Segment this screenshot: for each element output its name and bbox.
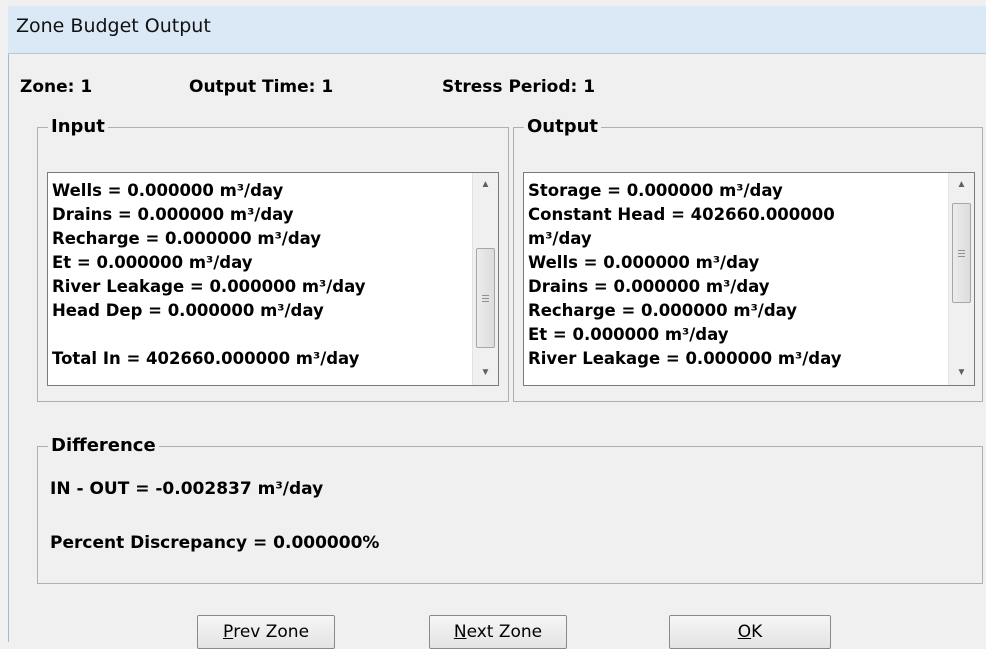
list-item: Storage = 0.000000 m³/day xyxy=(528,181,783,200)
prev-zone-label: rev Zone xyxy=(233,622,310,642)
scroll-thumb[interactable] xyxy=(952,203,971,304)
list-item: Wells = 0.000000 m³/day xyxy=(528,253,760,272)
scroll-up-arrow-icon[interactable]: ▲ xyxy=(949,173,974,197)
list-item: m³/day xyxy=(528,229,592,248)
list-item: Constant Head = 402660.000000 xyxy=(528,205,835,224)
output-scrollbar[interactable]: ▲ ▼ xyxy=(948,173,974,385)
input-group-legend: Input xyxy=(48,117,108,137)
next-zone-label: ext Zone xyxy=(466,622,543,642)
input-listbox[interactable]: Wells = 0.000000 m³/day Drains = 0.000000… xyxy=(47,172,499,386)
ok-mnemonic: O xyxy=(737,622,752,642)
scroll-up-arrow-icon[interactable]: ▲ xyxy=(473,173,498,197)
difference-group-legend: Difference xyxy=(48,436,159,456)
output-time-label: Output Time: 1 xyxy=(189,77,334,97)
list-item: River Leakage = 0.000000 m³/day xyxy=(528,349,842,368)
dialog-client-area: Zone: 1 Output Time: 1 Stress Period: 1 … xyxy=(8,54,986,649)
in-out-value: IN - OUT = -0.002837 m³/day xyxy=(50,479,324,499)
next-zone-button[interactable]: Next Zone xyxy=(429,615,567,649)
list-item: Recharge = 0.000000 m³/day xyxy=(52,229,322,248)
scroll-grip-line xyxy=(958,256,965,258)
list-item xyxy=(52,323,365,347)
scroll-grip-line xyxy=(482,298,489,300)
list-item: Recharge = 0.000000 m³/day xyxy=(528,301,798,320)
difference-group: Difference IN - OUT = -0.002837 m³/day P… xyxy=(37,436,983,584)
list-item: Et = 0.000000 m³/day xyxy=(52,253,253,272)
scroll-down-arrow-icon[interactable]: ▼ xyxy=(949,361,974,385)
scroll-grip-line xyxy=(958,250,965,252)
dialog-window: Zone Budget Output Zone: 1 Output Time: … xyxy=(8,6,986,649)
list-item: River Leakage = 0.000000 m³/day xyxy=(52,277,366,296)
scroll-thumb[interactable] xyxy=(476,248,495,349)
percent-discrepancy-value: Percent Discrepancy = 0.000000% xyxy=(50,533,380,553)
list-item: Drains = 0.000000 m³/day xyxy=(52,205,294,224)
list-item: Et = 0.000000 m³/day xyxy=(528,325,729,344)
list-item: Drains = 0.000000 m³/day xyxy=(528,277,770,296)
scroll-grip-line xyxy=(958,253,965,255)
input-group: Input Wells = 0.000000 m³/day Drains = 0.… xyxy=(37,117,509,402)
window-title: Zone Budget Output xyxy=(16,15,211,37)
prev-zone-button[interactable]: Prev Zone xyxy=(197,615,335,649)
list-item: Head Dep = 0.000000 m³/day xyxy=(52,301,324,320)
output-group-legend: Output xyxy=(524,117,602,137)
title-bar[interactable]: Zone Budget Output xyxy=(8,6,986,54)
input-list-lines: Wells = 0.000000 m³/day Drains = 0.000000… xyxy=(52,179,365,371)
output-list-lines: Storage = 0.000000 m³/day Constant Head =… xyxy=(528,179,841,371)
zone-label: Zone: 1 xyxy=(20,77,93,97)
scroll-grip-line xyxy=(482,301,489,303)
next-zone-mnemonic: N xyxy=(453,622,467,642)
scroll-grip-line xyxy=(482,295,489,297)
prev-zone-mnemonic: P xyxy=(222,622,234,642)
ok-button[interactable]: OK xyxy=(669,615,831,649)
output-listbox[interactable]: Storage = 0.000000 m³/day Constant Head =… xyxy=(523,172,975,386)
ok-label: K xyxy=(751,622,763,642)
list-item: Total In = 402660.000000 m³/day xyxy=(52,349,360,368)
list-item: Wells = 0.000000 m³/day xyxy=(52,181,284,200)
output-group: Output Storage = 0.000000 m³/day Constant… xyxy=(513,117,983,402)
scroll-down-arrow-icon[interactable]: ▼ xyxy=(473,361,498,385)
input-scrollbar[interactable]: ▲ ▼ xyxy=(472,173,498,385)
stress-period-label: Stress Period: 1 xyxy=(442,77,596,97)
